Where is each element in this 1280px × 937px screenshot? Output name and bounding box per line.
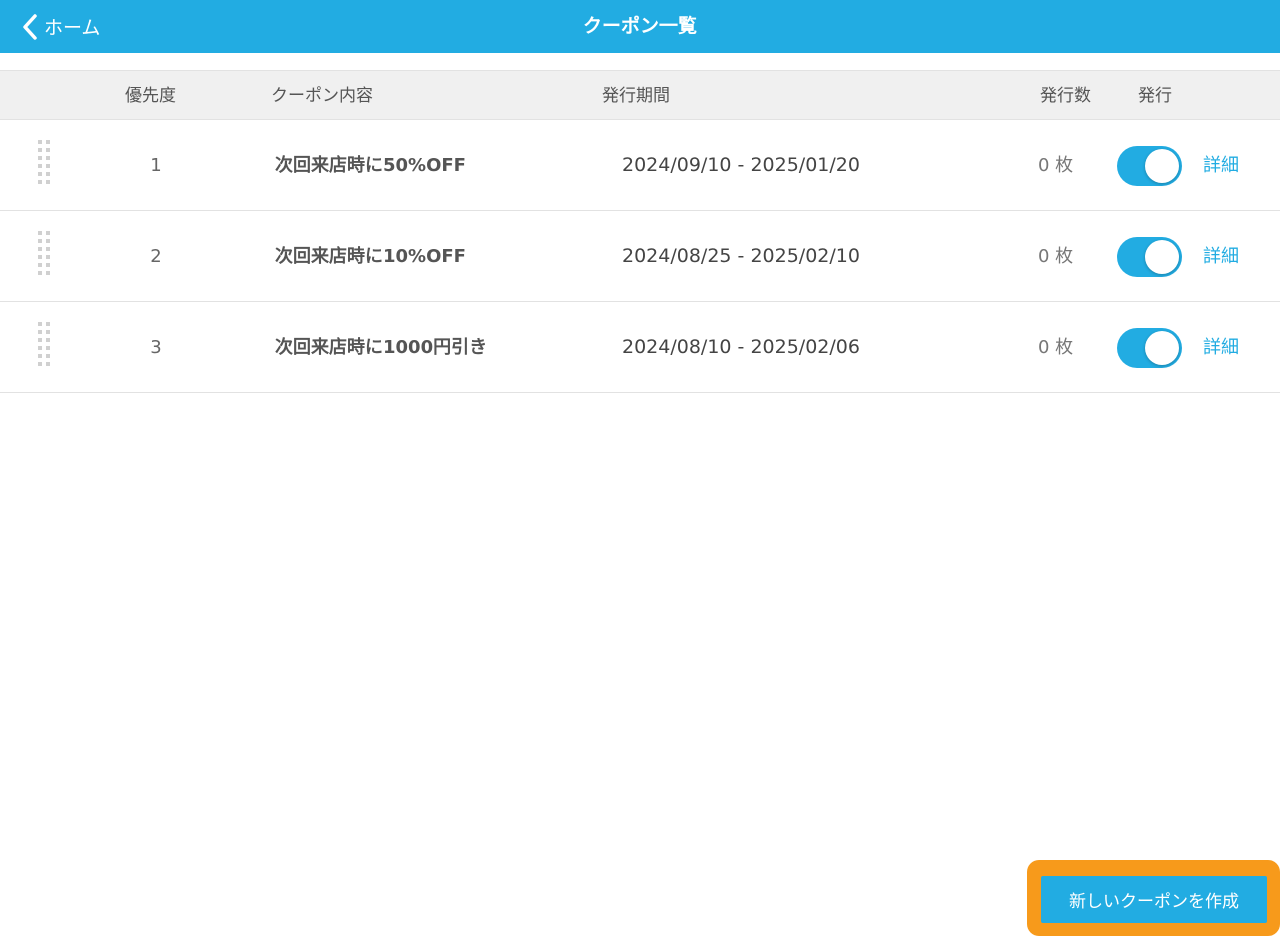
- coupon-period: 2024/08/25 - 2025/02/10: [622, 245, 860, 267]
- coupon-content: 次回来店時に50%OFF: [275, 155, 466, 176]
- create-button-highlight: 新しいクーポンを作成: [1027, 860, 1280, 936]
- header-period: 発行期間: [602, 86, 670, 106]
- back-label: ホーム: [44, 17, 101, 39]
- drag-handle-icon[interactable]: [38, 140, 54, 192]
- coupon-content: 次回来店時に10%OFF: [275, 246, 466, 267]
- drag-handle-icon[interactable]: [38, 231, 54, 283]
- header-issue: 発行: [1138, 86, 1172, 106]
- coupon-count: 0 枚: [1038, 155, 1074, 176]
- coupon-period: 2024/09/10 - 2025/01/20: [622, 154, 860, 176]
- issue-toggle[interactable]: [1117, 237, 1182, 277]
- header-count: 発行数: [1040, 86, 1091, 106]
- header-priority: 優先度: [125, 86, 176, 106]
- coupon-count: 0 枚: [1038, 337, 1074, 358]
- detail-link[interactable]: 詳細: [1203, 120, 1239, 211]
- coupon-priority: 2: [150, 246, 162, 267]
- detail-link[interactable]: 詳細: [1203, 211, 1239, 302]
- detail-link[interactable]: 詳細: [1203, 302, 1239, 393]
- coupon-row: 1 次回来店時に50%OFF 2024/09/10 - 2025/01/20 0…: [0, 120, 1280, 211]
- toggle-knob: [1145, 240, 1179, 274]
- create-coupon-button[interactable]: 新しいクーポンを作成: [1041, 876, 1267, 923]
- issue-toggle[interactable]: [1117, 146, 1182, 186]
- coupon-content: 次回来店時に1000円引き: [275, 337, 488, 358]
- coupon-priority: 1: [150, 155, 162, 176]
- header-content: クーポン内容: [271, 86, 373, 106]
- coupon-priority: 3: [150, 337, 162, 358]
- coupon-row: 3 次回来店時に1000円引き 2024/08/10 - 2025/02/06 …: [0, 302, 1280, 393]
- page-title: クーポン一覧: [582, 15, 697, 37]
- table-header: 優先度 クーポン内容 発行期間 発行数 発行: [0, 70, 1280, 120]
- issue-toggle[interactable]: [1117, 328, 1182, 368]
- coupon-count: 0 枚: [1038, 246, 1074, 267]
- back-button[interactable]: ホーム: [22, 0, 100, 53]
- coupon-row: 2 次回来店時に10%OFF 2024/08/25 - 2025/02/10 0…: [0, 211, 1280, 302]
- toggle-knob: [1145, 149, 1179, 183]
- navigation-bar: ホーム クーポン一覧: [0, 0, 1280, 53]
- toggle-knob: [1145, 331, 1179, 365]
- chevron-left-icon: [23, 13, 37, 40]
- coupon-period: 2024/08/10 - 2025/02/06: [622, 336, 860, 358]
- drag-handle-icon[interactable]: [38, 322, 54, 374]
